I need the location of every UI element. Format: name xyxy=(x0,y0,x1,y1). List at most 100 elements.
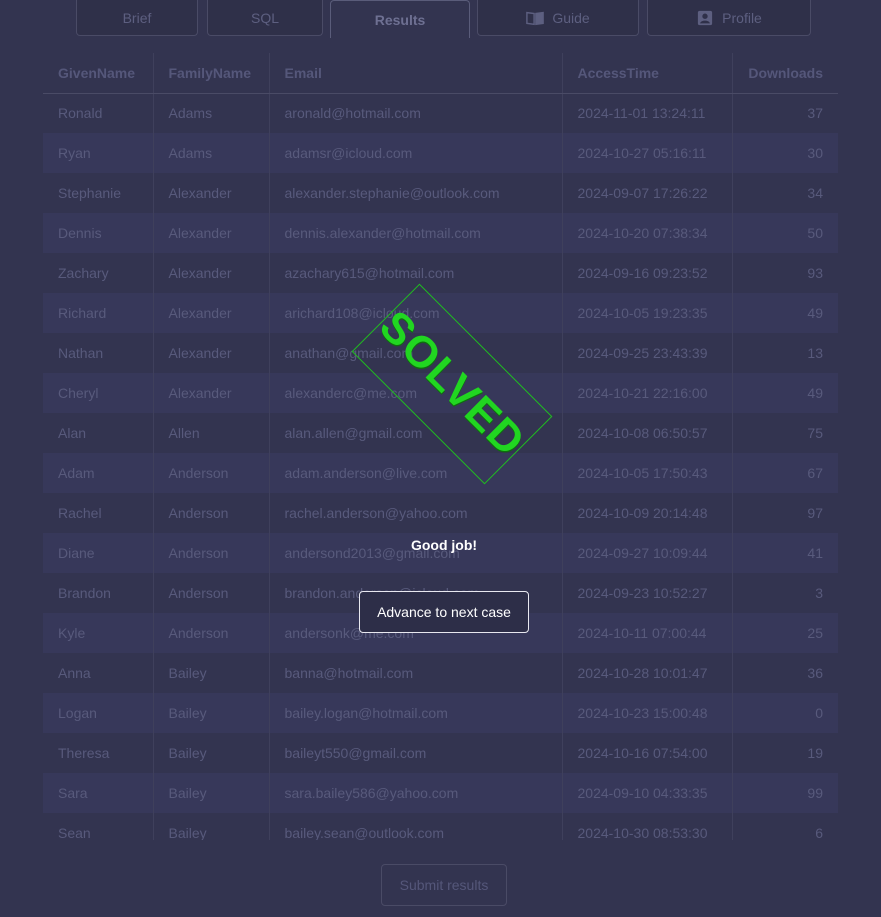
table-cell: Bailey xyxy=(152,813,269,840)
table-cell: 36 xyxy=(731,653,838,693)
table-cell: 50 xyxy=(731,213,838,253)
table-row: Sara Bailey sara.bailey586@yahoo.com 2024-0… xyxy=(43,773,838,813)
table-cell: Bailey xyxy=(152,653,269,693)
table-cell: alexander.stephanie@outlook.com xyxy=(268,173,562,213)
table-cell: Alexander xyxy=(152,253,269,293)
table-cell: 75 xyxy=(731,413,838,453)
table-cell: 2024-10-28 10:01:47 xyxy=(561,653,732,693)
table-cell: bailey.sean@outlook.com xyxy=(268,813,562,840)
table-cell: Bailey xyxy=(152,693,269,733)
results-screen: Brief SQL Results Guide Profile GivenNam… xyxy=(0,0,881,917)
advance-next-case-button[interactable]: Advance to next case xyxy=(359,591,529,633)
table-cell: 2024-10-11 07:00:44 xyxy=(561,613,732,653)
table-row: Rachel Anderson rachel.anderson@yahoo.com 2… xyxy=(43,493,838,533)
column-header-accesstime[interactable]: AccessTime xyxy=(561,53,732,94)
tab-guide[interactable]: Guide xyxy=(477,0,639,36)
submit-results-button[interactable]: Submit results xyxy=(381,864,507,906)
table-row: Sean Bailey bailey.sean@outlook.com 2024-10… xyxy=(43,813,838,840)
table-cell: Sara xyxy=(43,773,153,813)
results-table-container[interactable]: GivenName FamilyName Email AccessTime Do… xyxy=(43,53,838,840)
column-header-givenname[interactable]: GivenName xyxy=(43,53,153,94)
column-header-familyname[interactable]: FamilyName xyxy=(152,53,269,94)
tab-sql[interactable]: SQL xyxy=(207,0,323,36)
table-cell: Brandon xyxy=(58,585,111,601)
table-cell: aronald@hotmail.com xyxy=(268,93,562,133)
table-cell: Logan xyxy=(43,693,153,733)
table-cell: Anderson xyxy=(152,573,269,613)
table-cell: Adams xyxy=(152,133,269,173)
table-cell: Anna xyxy=(58,665,91,681)
table-cell: 2024-10-05 19:23:35 xyxy=(561,293,732,333)
tab-results[interactable]: Results xyxy=(330,0,470,38)
table-cell: Theresa xyxy=(58,745,110,761)
table-cell: 34 xyxy=(731,173,838,213)
table-row: Logan Bailey bailey.logan@hotmail.com 2024-… xyxy=(43,693,838,733)
table-cell: sara.bailey586@yahoo.com xyxy=(268,773,562,813)
table-cell: Bailey xyxy=(152,773,269,813)
tab-profile-label: Profile xyxy=(722,9,762,26)
table-cell: banna@hotmail.com xyxy=(268,653,562,693)
tab-brief-label: Brief xyxy=(122,9,152,26)
table-cell: 6 xyxy=(731,813,838,840)
table-cell: Adams xyxy=(152,93,269,133)
table-row: Anna Bailey banna@hotmail.com 2024-10-28 10… xyxy=(43,653,838,693)
table-cell: 25 xyxy=(731,613,838,653)
table-header-row: GivenName FamilyName Email AccessTime Do… xyxy=(43,53,838,94)
table-cell: Kyle xyxy=(43,613,153,653)
table-row: Stephanie Alexander alexander.stephanie@ou… xyxy=(43,173,838,213)
table-cell: 2024-10-05 17:50:43 xyxy=(561,453,732,493)
column-header-downloads[interactable]: Downloads xyxy=(731,53,838,94)
table-cell: Alexander xyxy=(152,373,269,413)
table-cell: 93 xyxy=(731,253,838,293)
results-table: GivenName FamilyName Email AccessTime Do… xyxy=(43,53,838,840)
table-cell: bailey.logan@hotmail.com xyxy=(268,693,562,733)
success-message: Good job! xyxy=(410,537,478,553)
table-cell: baileyt550@gmail.com xyxy=(268,733,562,773)
tab-brief[interactable]: Brief xyxy=(76,0,198,36)
table-cell: Sean xyxy=(58,825,91,840)
table-cell: Nathan xyxy=(58,345,104,361)
table-cell: Bailey xyxy=(152,733,269,773)
table-cell: 37 xyxy=(731,93,838,133)
tab-sql-label: SQL xyxy=(250,9,279,26)
table-cell: Ryan xyxy=(43,133,153,173)
table-cell: 49 xyxy=(731,293,838,333)
table-cell: Dennis xyxy=(43,213,153,253)
tab-bar: Brief SQL Results Guide Profile xyxy=(0,0,881,40)
table-cell: 97 xyxy=(731,493,838,533)
table-cell: Alexander xyxy=(152,333,269,373)
table-cell: 2024-10-23 15:00:48 xyxy=(561,693,732,733)
table-cell: adam.anderson@live.com xyxy=(268,453,562,493)
column-header-email[interactable]: Email xyxy=(268,53,562,94)
table-cell: Alan xyxy=(58,425,87,441)
table-row: Zachary Alexander azachary615@hotmail.com 2… xyxy=(43,253,838,293)
table-row: Dennis Alexander dennis.alexander@hotmail.… xyxy=(43,213,838,253)
table-cell: 2024-10-08 06:50:57 xyxy=(561,413,732,453)
table-cell: 2024-11-01 13:24:11 xyxy=(561,93,732,133)
table-cell: 19 xyxy=(731,733,838,773)
table-cell: 49 xyxy=(731,373,838,413)
table-cell: Anderson xyxy=(152,493,269,533)
table-row: Ronald Adams aronald@hotmail.com 2024-11-01… xyxy=(43,93,838,133)
table-cell: Alexander xyxy=(152,293,269,333)
table-cell: 30 xyxy=(731,133,838,173)
table-cell: 13 xyxy=(731,333,838,373)
tab-guide-label: Guide xyxy=(552,9,590,26)
table-cell: Anderson xyxy=(152,453,269,493)
table-cell: Zachary xyxy=(58,265,109,281)
table-row: Theresa Bailey baileyt550@gmail.com 2024-10… xyxy=(43,733,838,773)
book-icon xyxy=(526,11,545,25)
table-cell: 2024-10-20 07:38:34 xyxy=(561,213,732,253)
table-cell: 3 xyxy=(731,573,838,613)
table-cell: dennis.alexander@hotmail.com xyxy=(268,213,562,253)
table-cell: Alexander xyxy=(152,173,269,213)
table-cell: 2024-09-10 04:33:35 xyxy=(561,773,732,813)
profile-card-icon xyxy=(698,10,713,25)
table-cell: Rachel xyxy=(58,505,102,521)
table-cell: Anderson xyxy=(152,613,269,653)
table-cell: 67 xyxy=(731,453,838,493)
table-cell: 2024-10-30 08:53:30 xyxy=(561,813,732,840)
table-cell: Adam xyxy=(43,453,153,493)
tab-profile[interactable]: Profile xyxy=(647,0,811,36)
table-cell: 2024-10-16 07:54:00 xyxy=(561,733,732,773)
